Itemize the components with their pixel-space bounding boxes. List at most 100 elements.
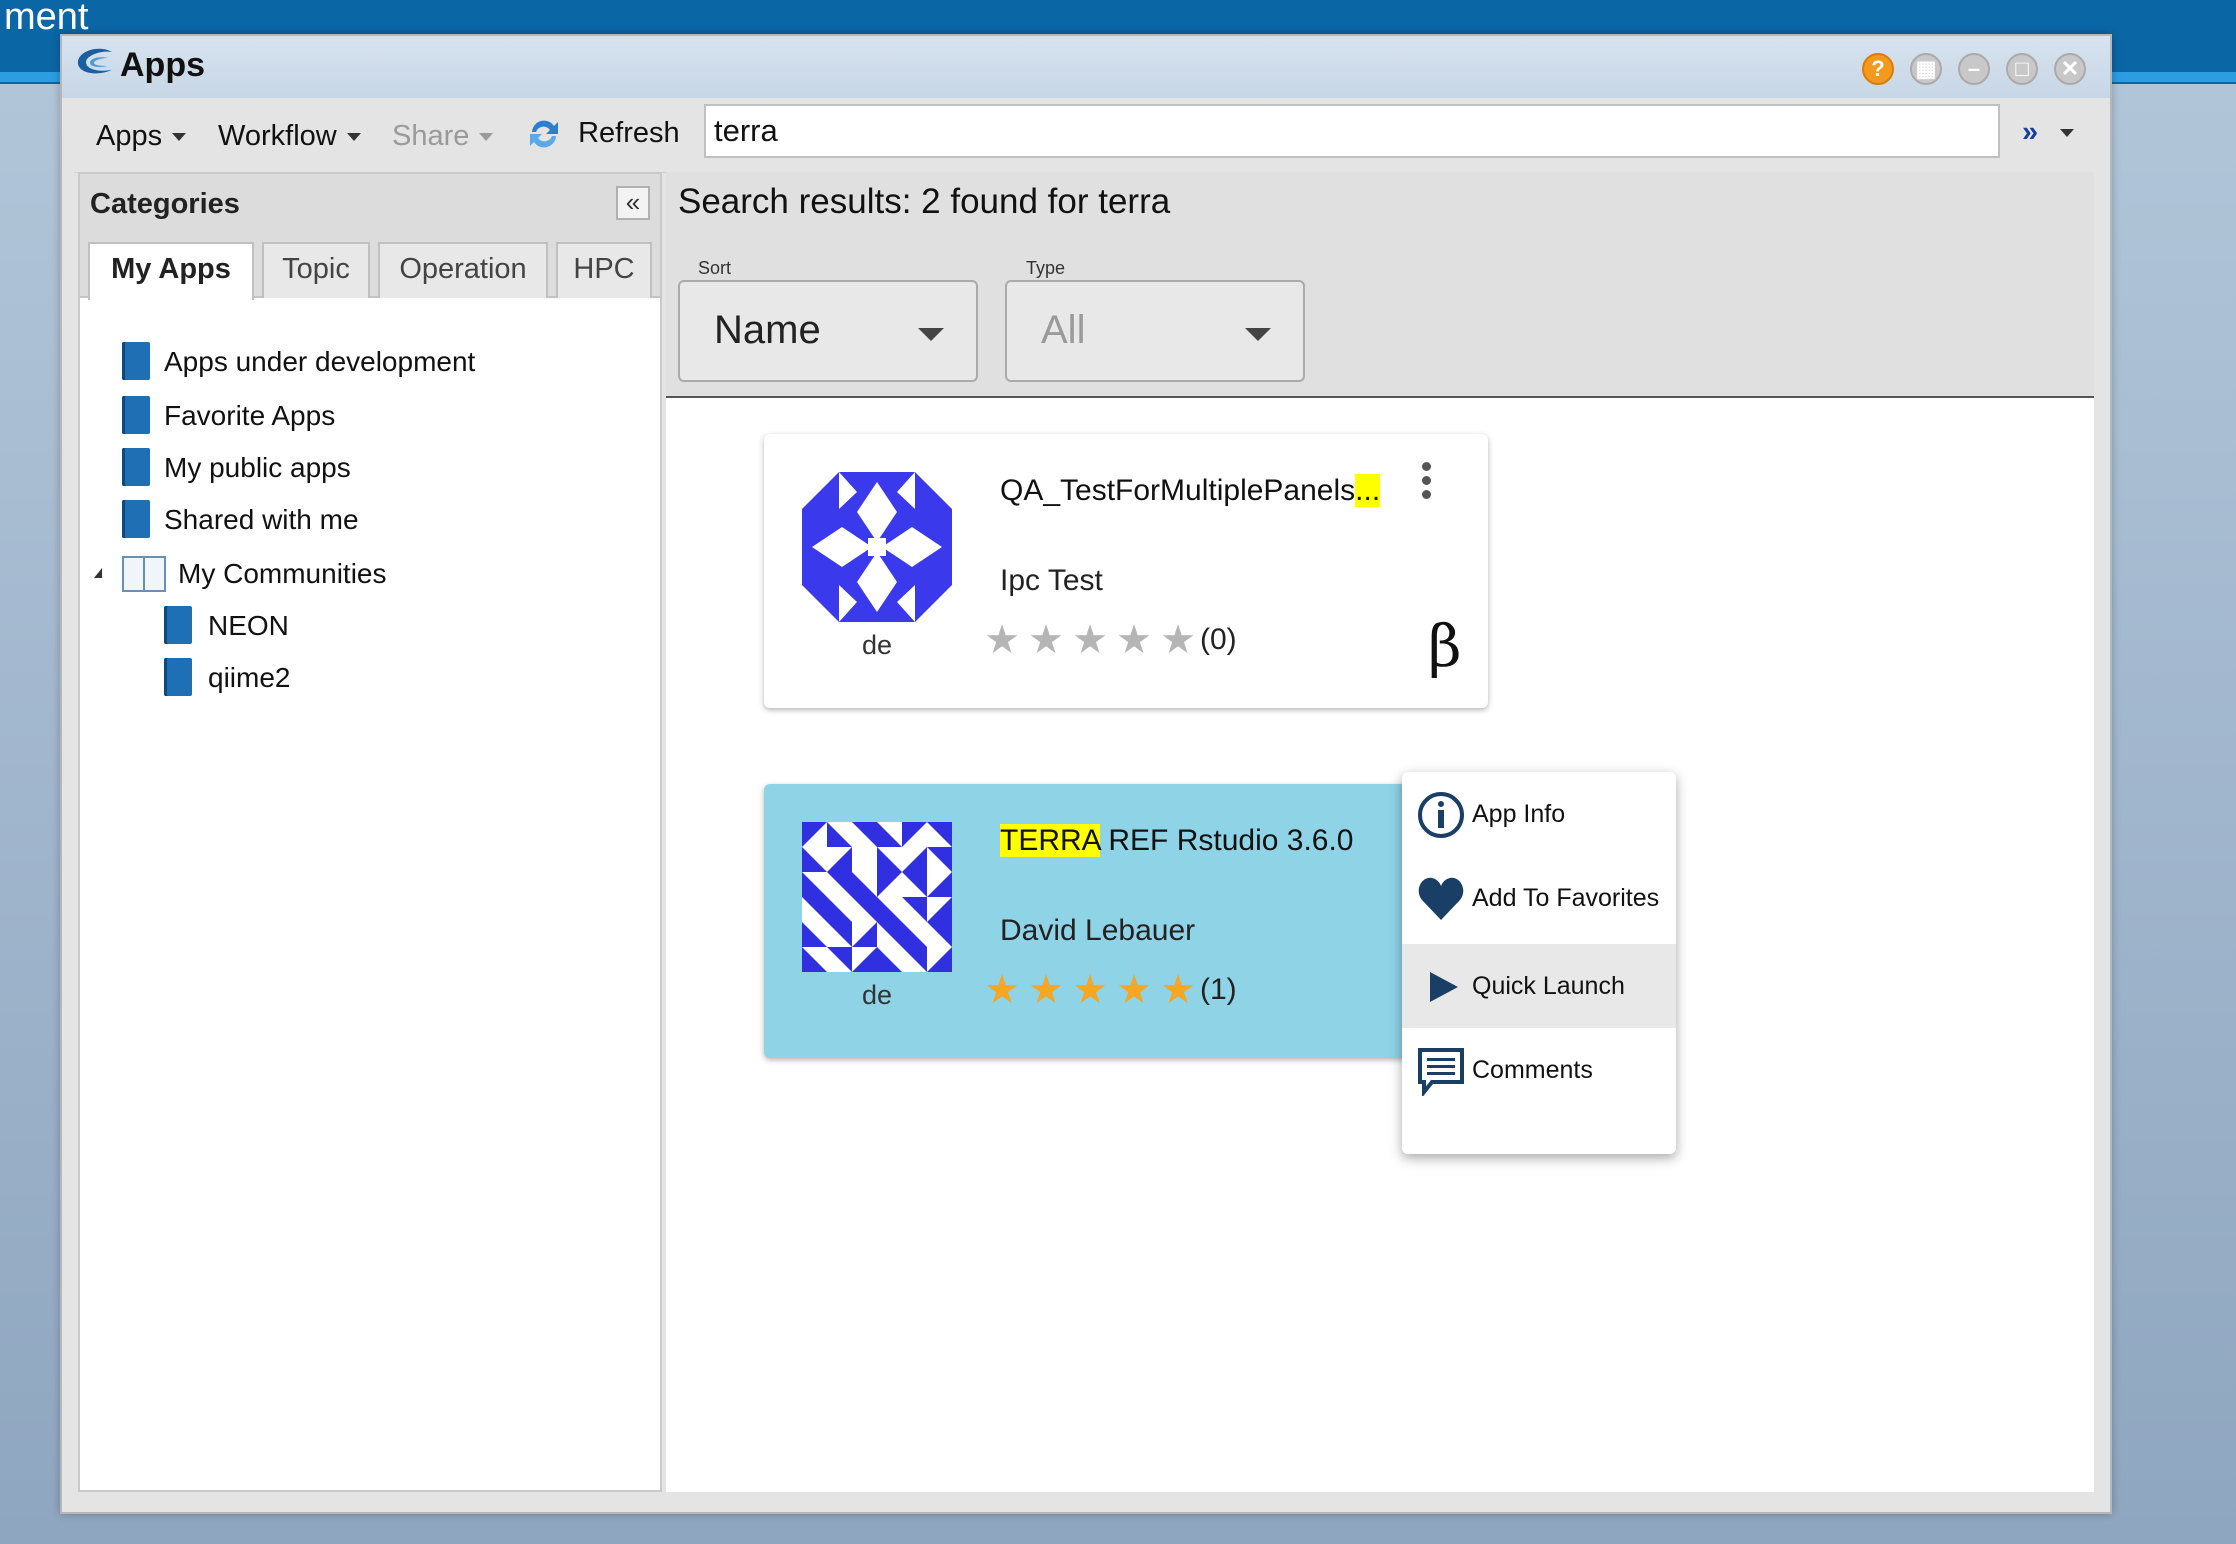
tab-operation[interactable]: Operation	[378, 242, 548, 298]
tree-item-neon[interactable]: NEON	[164, 606, 624, 646]
tree-item-label: qiime2	[208, 662, 291, 693]
layout-icon[interactable]: ▦	[1910, 53, 1942, 85]
search-highlight: TERRA	[1000, 824, 1101, 857]
app-name[interactable]: QA_TestForMultiplePanels...	[1000, 474, 1381, 508]
search-results-panel: Search results: 2 found for terra Sort N…	[666, 172, 2094, 1492]
book-icon	[164, 606, 192, 644]
app-name-text: QA_TestForMultiplePanels	[1000, 474, 1356, 507]
categories-tabs: My Apps Topic Operation HPC	[80, 234, 660, 300]
book-icon	[122, 500, 150, 538]
app-integrator: David Lebauer	[1000, 914, 1196, 947]
rating-count: (1)	[1200, 973, 1237, 1006]
book-icon	[164, 658, 192, 696]
star-empty-icon[interactable]: ★	[980, 620, 1024, 660]
type-select[interactable]: All	[1005, 280, 1305, 382]
star-empty-icon[interactable]: ★	[1112, 620, 1156, 660]
app-integrator: Ipc Test	[1000, 564, 1103, 597]
tree-item-label: NEON	[208, 610, 289, 641]
window-titlebar[interactable]: Apps ? ▦ – □ ✕	[62, 36, 2110, 98]
minimize-icon[interactable]: –	[1958, 53, 1990, 85]
toolbar: Apps Workflow Share Refresh »	[74, 98, 2094, 173]
share-menu-button[interactable]: Share	[392, 120, 494, 153]
star-empty-icon[interactable]: ★	[1068, 620, 1112, 660]
chevron-down-icon	[479, 133, 494, 142]
app-card-selected[interactable]: de TERRA REF Rstudio 3.6.0 David Lebauer…	[764, 784, 1456, 1058]
refresh-icon	[530, 120, 558, 148]
search-input[interactable]	[704, 104, 2000, 158]
close-icon[interactable]: ✕	[2054, 53, 2086, 85]
chevron-down-icon	[346, 133, 361, 142]
app-name-text: REF Rstudio 3.6.0	[1100, 824, 1354, 857]
results-title: Search results: 2 found for terra	[678, 182, 1171, 221]
refresh-button[interactable]: Refresh	[524, 114, 680, 154]
menu-item-add-to-favorites[interactable]: Add To Favorites	[1402, 856, 1676, 940]
tab-topic[interactable]: Topic	[262, 242, 370, 298]
star-filled-icon[interactable]: ★	[980, 970, 1024, 1010]
window-title: Apps	[120, 46, 205, 84]
menu-item-label: Add To Favorites	[1472, 884, 1660, 912]
collapse-panel-icon[interactable]: «	[616, 186, 650, 220]
search-highlight: ...	[1355, 474, 1381, 507]
tab-hpc[interactable]: HPC	[556, 242, 652, 298]
rating-stars[interactable]: ★ ★ ★ ★ ★ (0)	[980, 620, 1237, 660]
maximize-icon[interactable]: □	[2006, 53, 2038, 85]
tree-item-qiime2[interactable]: qiime2	[164, 658, 624, 698]
dropdown-arrow-icon	[1245, 328, 1271, 341]
star-empty-icon[interactable]: ★	[1156, 620, 1200, 660]
menu-item-label: Quick Launch	[1472, 972, 1625, 1000]
tree-item-apps-under-development[interactable]: Apps under development	[122, 342, 622, 382]
type-value: All	[1041, 308, 1086, 352]
app-context-menu: App Info Add To Favorites Quick Launch C…	[1402, 772, 1676, 1154]
play-icon	[1430, 972, 1458, 1002]
menu-item-comments[interactable]: Comments	[1402, 1028, 1676, 1112]
sort-value: Name	[714, 308, 821, 352]
expand-triangle-icon[interactable]	[94, 568, 102, 578]
tree-item-my-communities[interactable]: My Communities	[92, 554, 632, 594]
type-label: Type	[1026, 258, 1066, 278]
overflow-dropdown-button[interactable]	[2060, 116, 2074, 149]
rating-stars[interactable]: ★ ★ ★ ★ ★ (1)	[980, 970, 1237, 1010]
workflow-menu-button[interactable]: Workflow	[218, 120, 361, 153]
categories-header: Categories «	[80, 174, 660, 234]
book-icon	[122, 448, 150, 486]
tree-item-label: My Communities	[178, 558, 387, 589]
app-avatar-pattern	[802, 472, 952, 622]
more-options-icon[interactable]	[1422, 462, 1432, 504]
chevron-down-icon	[172, 133, 187, 142]
info-icon	[1418, 792, 1464, 838]
dropdown-arrow-icon	[918, 328, 944, 341]
star-filled-icon[interactable]: ★	[1112, 970, 1156, 1010]
heart-icon	[1418, 877, 1464, 920]
menu-item-quick-launch[interactable]: Quick Launch	[1402, 944, 1676, 1028]
tab-my-apps[interactable]: My Apps	[88, 242, 254, 300]
workflow-menu-label: Workflow	[218, 120, 337, 152]
results-header: Search results: 2 found for terra Sort N…	[666, 172, 2094, 398]
menu-item-label: App Info	[1472, 800, 1566, 828]
star-filled-icon[interactable]: ★	[1068, 970, 1112, 1010]
app-owner: de	[862, 630, 893, 660]
star-empty-icon[interactable]: ★	[1024, 620, 1068, 660]
menu-item-label: Comments	[1472, 1056, 1593, 1084]
star-filled-icon[interactable]: ★	[1024, 970, 1068, 1010]
categories-panel: Categories « My Apps Topic Operation HPC…	[78, 172, 662, 1492]
tree-item-label: Shared with me	[164, 504, 359, 535]
star-filled-icon[interactable]: ★	[1156, 970, 1200, 1010]
open-book-icon	[122, 556, 166, 592]
tree-item-label: Favorite Apps	[164, 400, 336, 431]
beta-badge: β	[1428, 612, 1462, 680]
app-avatar-pattern	[802, 822, 952, 972]
app-card[interactable]: de QA_TestForMultiplePanels... Ipc Test …	[764, 434, 1488, 708]
tree-item-my-public-apps[interactable]: My public apps	[122, 448, 622, 488]
help-icon[interactable]: ?	[1862, 53, 1894, 85]
tree-item-shared-with-me[interactable]: Shared with me	[122, 500, 622, 540]
tree-item-favorite-apps[interactable]: Favorite Apps	[122, 396, 622, 436]
menu-item-app-info[interactable]: App Info	[1402, 772, 1676, 856]
app-name[interactable]: TERRA REF Rstudio 3.6.0	[1000, 824, 1353, 858]
book-icon	[122, 342, 150, 380]
apps-menu-button[interactable]: Apps	[96, 120, 187, 153]
sort-select[interactable]: Name	[678, 280, 978, 382]
comment-icon	[1418, 1048, 1464, 1096]
more-chevron-icon[interactable]: »	[2022, 116, 2038, 149]
share-menu-label: Share	[392, 120, 470, 152]
sort-label: Sort	[698, 258, 732, 278]
